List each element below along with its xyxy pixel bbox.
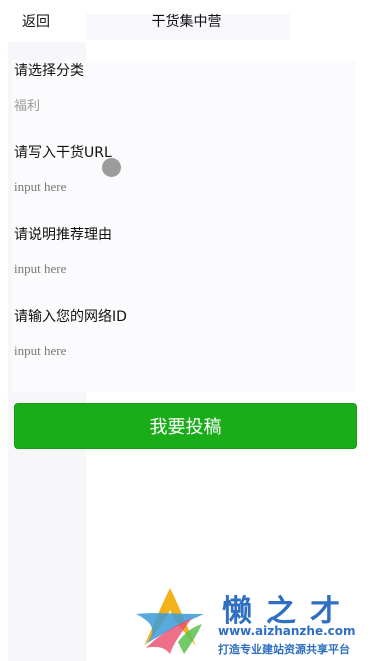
nickname-label: 请输入您的网络ID (14, 309, 127, 325)
watermark-tagline: 打造专业建站资源共享平台 (218, 643, 350, 656)
watermark: 懒之才 www.aizhanzhe.com 打造专业建站资源共享平台 (126, 584, 371, 658)
reason-field: 请说明推荐理由 (14, 220, 358, 302)
reason-input[interactable] (14, 258, 344, 280)
watermark-url: www.aizhanzhe.com (218, 624, 356, 638)
category-select[interactable]: 福利 (14, 95, 40, 114)
reason-label: 请说明推荐理由 (14, 227, 112, 243)
category-label: 请选择分类 (14, 63, 84, 79)
url-input[interactable] (14, 176, 344, 198)
nav-header: 返回 干货集中营 (0, 0, 373, 42)
watermark-logo-icon (136, 588, 204, 654)
page-title: 干货集中营 (151, 14, 222, 30)
url-label: 请写入干货URL (14, 145, 112, 161)
submission-form: 请选择分类 福利 请写入干货URL 请说明推荐理由 请输入您的网络ID (14, 56, 358, 384)
submit-button[interactable]: 我要投稿 (14, 403, 357, 449)
touch-indicator-dot (102, 158, 121, 177)
nickname-field: 请输入您的网络ID (14, 302, 358, 384)
url-field: 请写入干货URL (14, 138, 358, 220)
nickname-input[interactable] (14, 340, 344, 362)
category-field: 请选择分类 福利 (14, 56, 358, 138)
